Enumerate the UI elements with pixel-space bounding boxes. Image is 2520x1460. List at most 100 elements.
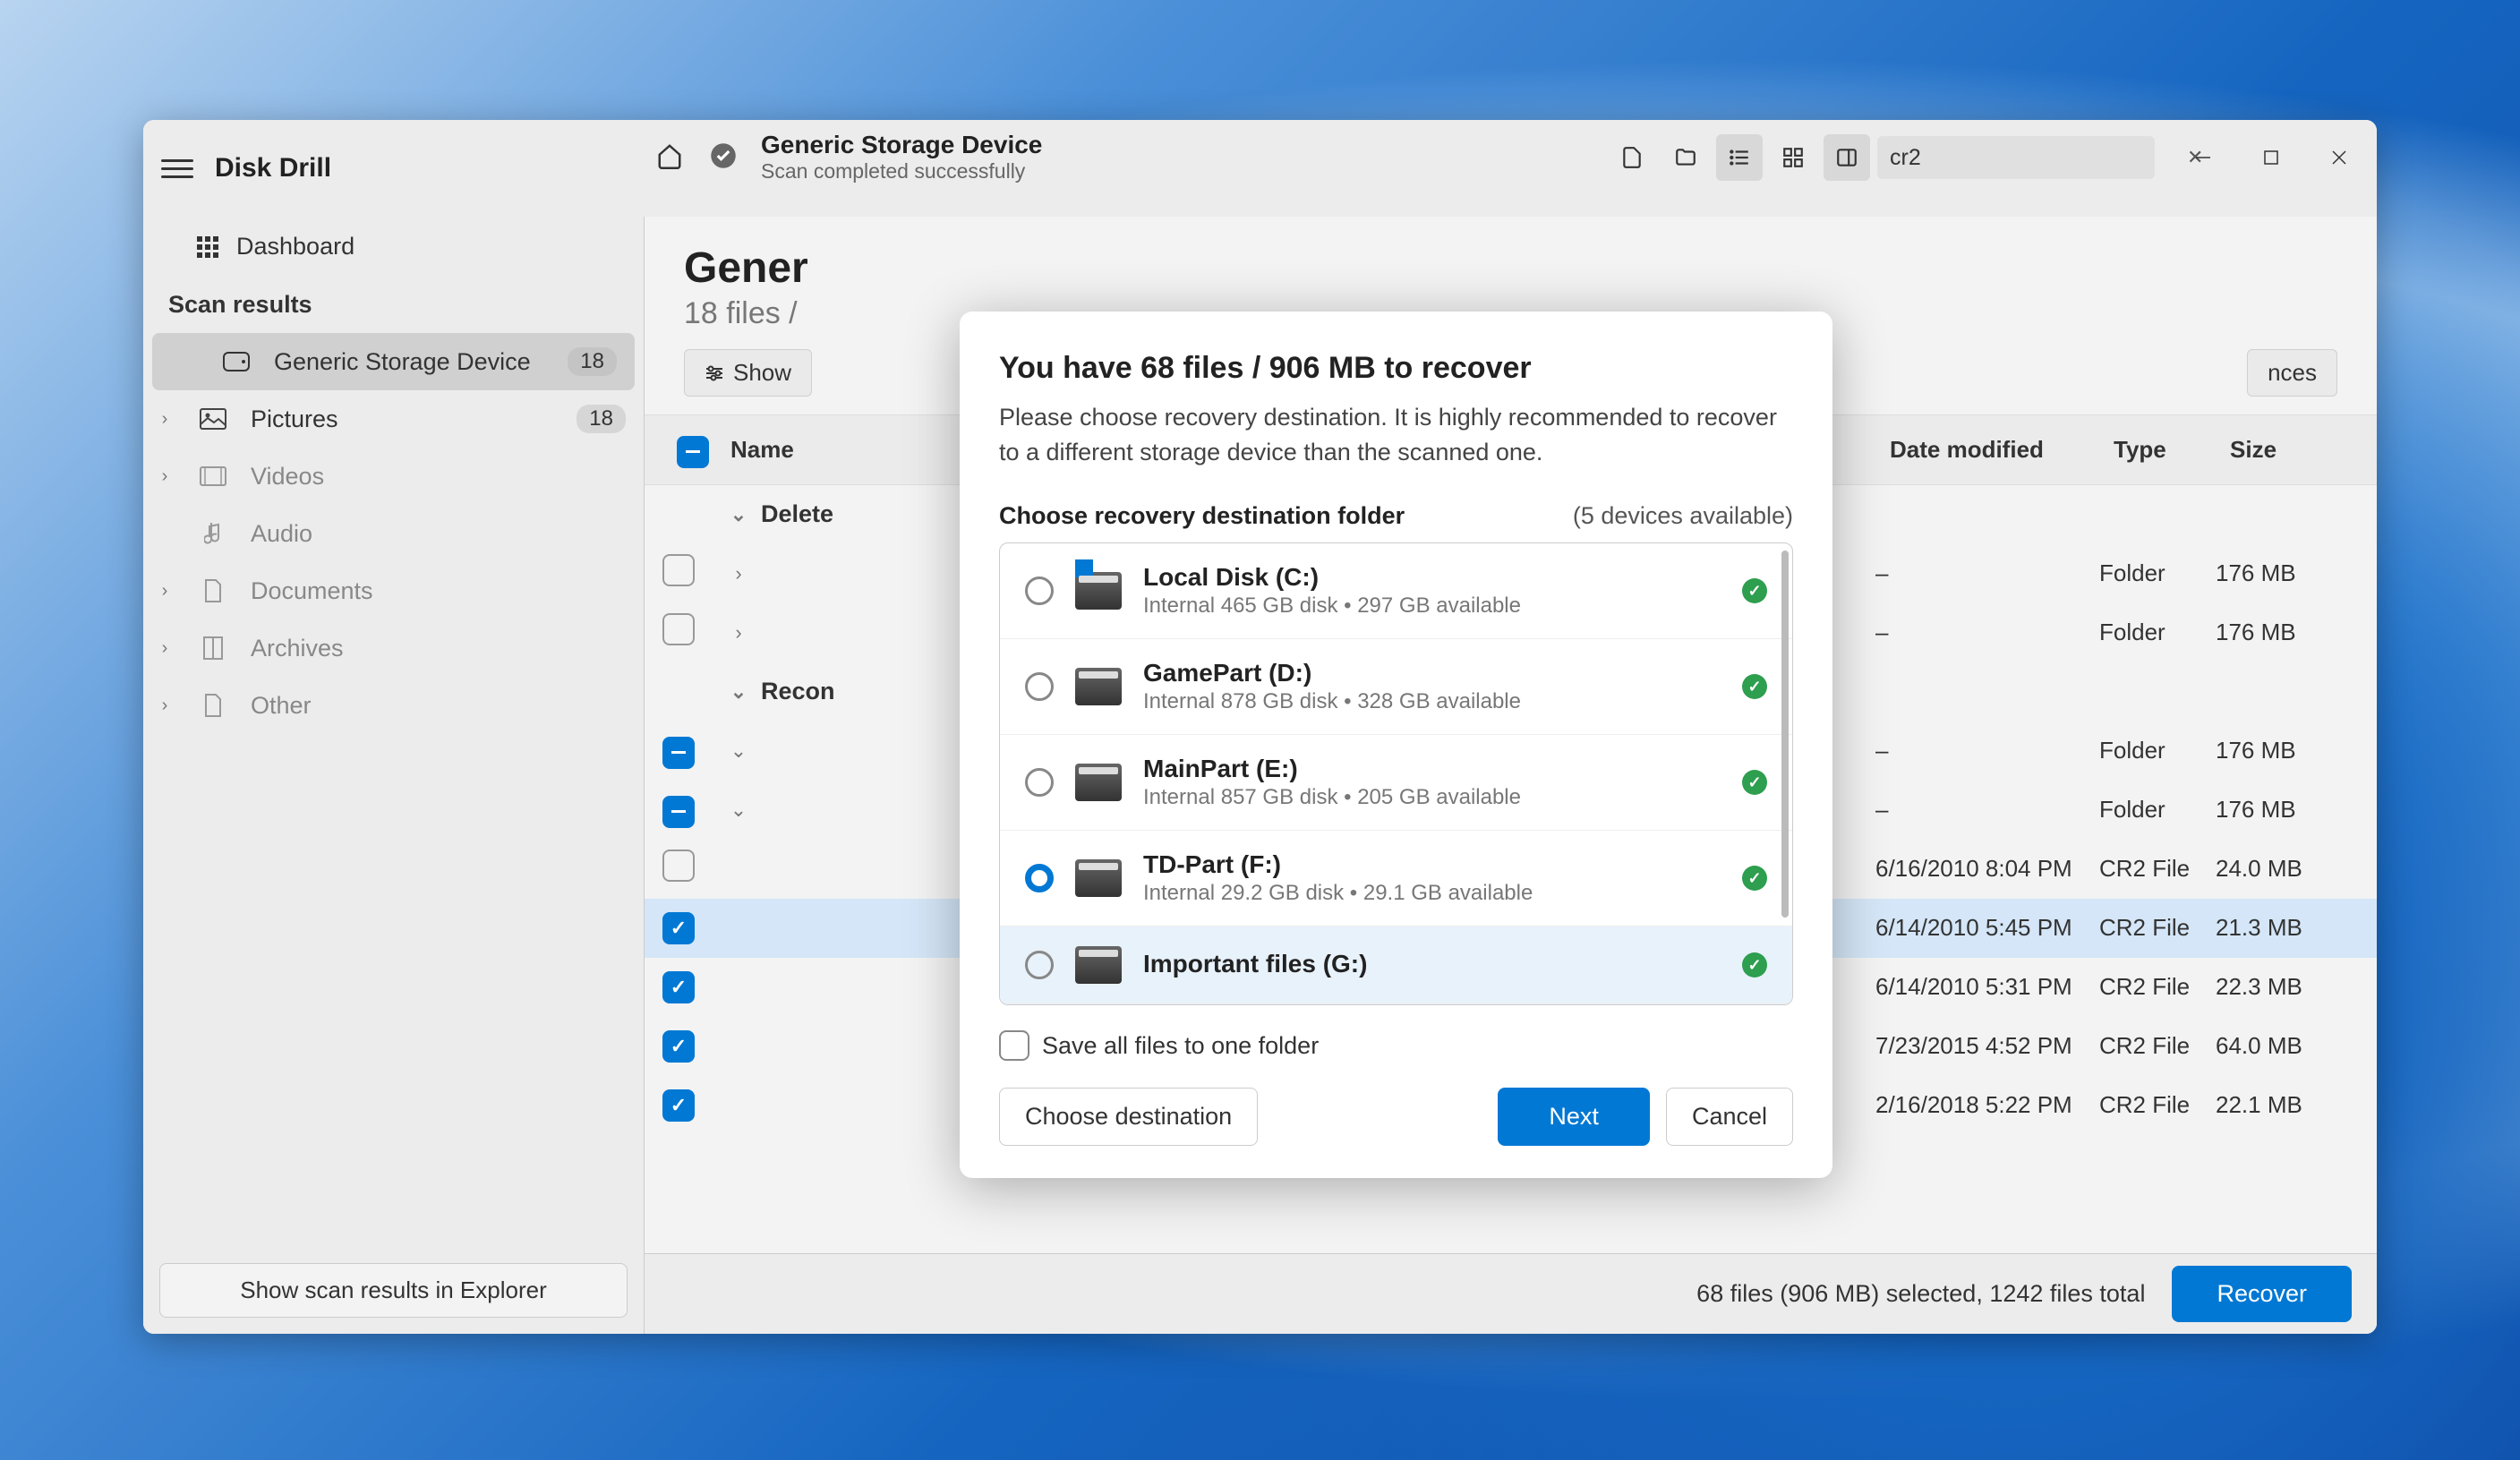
drive-icon xyxy=(1075,764,1122,801)
save-one-folder-option[interactable]: Save all files to one folder xyxy=(999,1030,1793,1061)
drive-icon xyxy=(220,346,252,378)
sidebar: Dashboard Scan results Generic Storage D… xyxy=(143,217,645,1334)
folder-icon[interactable] xyxy=(1662,134,1709,181)
sidebar-item-label: Videos xyxy=(251,463,324,491)
drive-icon xyxy=(1075,859,1122,897)
destination-list: Local Disk (C:)Internal 465 GB disk • 29… xyxy=(999,542,1793,1005)
recover-button[interactable]: Recover xyxy=(2172,1266,2352,1322)
sidebar-item-device[interactable]: Generic Storage Device 18 xyxy=(152,333,635,390)
sidebar-item-label: Documents xyxy=(251,577,373,605)
row-checkbox[interactable] xyxy=(662,1089,695,1122)
radio-button[interactable] xyxy=(1025,864,1054,892)
audio-icon xyxy=(197,517,229,550)
scrollbar[interactable] xyxy=(1781,551,1789,935)
available-icon: ✓ xyxy=(1742,578,1767,603)
show-in-explorer-button[interactable]: Show scan results in Explorer xyxy=(159,1263,628,1318)
search-input[interactable] xyxy=(1890,145,2178,171)
minimize-icon[interactable] xyxy=(2194,149,2212,166)
sidebar-item-label: Audio xyxy=(251,520,312,548)
row-checkbox[interactable] xyxy=(662,737,695,769)
sidebar-item-other[interactable]: › Other xyxy=(143,677,644,734)
chances-filter-button[interactable]: nces xyxy=(2247,349,2337,397)
list-view-icon[interactable] xyxy=(1716,134,1763,181)
dashboard-icon xyxy=(197,236,218,258)
available-icon: ✓ xyxy=(1742,770,1767,795)
modal-title: You have 68 files / 906 MB to recover xyxy=(999,351,1793,386)
app-title: Disk Drill xyxy=(215,153,331,184)
search-box[interactable]: ✕ xyxy=(1877,136,2155,179)
radio-button[interactable] xyxy=(1025,951,1054,979)
sidebar-item-label: Other xyxy=(251,692,312,720)
dashboard-label: Dashboard xyxy=(236,233,355,260)
col-size[interactable]: Size xyxy=(2216,429,2359,471)
col-type[interactable]: Type xyxy=(2099,429,2216,471)
available-icon: ✓ xyxy=(1742,952,1767,978)
sidebar-item-documents[interactable]: › Documents xyxy=(143,562,644,619)
radio-button[interactable] xyxy=(1025,768,1054,797)
row-checkbox[interactable] xyxy=(662,1030,695,1063)
other-icon xyxy=(197,689,229,721)
next-button[interactable]: Next xyxy=(1498,1088,1650,1146)
option-label: Save all files to one folder xyxy=(1042,1032,1319,1060)
grid-view-icon[interactable] xyxy=(1770,134,1816,181)
filter-label: Show xyxy=(733,359,791,387)
available-icon: ✓ xyxy=(1742,674,1767,699)
available-icon: ✓ xyxy=(1742,866,1767,891)
selection-summary: 68 files (906 MB) selected, 1242 files t… xyxy=(1696,1280,2145,1308)
sidebar-item-label: Pictures xyxy=(251,406,338,433)
destination-item[interactable]: Important files (G:) ✓ xyxy=(1000,926,1792,1004)
sidebar-item-pictures[interactable]: › Pictures 18 xyxy=(143,390,644,448)
row-checkbox[interactable] xyxy=(662,850,695,882)
file-icon[interactable] xyxy=(1609,134,1655,181)
page-title: Gener xyxy=(684,243,2337,293)
select-all-checkbox[interactable] xyxy=(677,436,709,468)
row-checkbox[interactable] xyxy=(662,554,695,586)
cancel-button[interactable]: Cancel xyxy=(1666,1088,1793,1146)
drive-icon xyxy=(1075,668,1122,705)
device-title: Generic Storage Device xyxy=(761,131,1042,159)
row-checkbox[interactable] xyxy=(662,971,695,1003)
row-checkbox[interactable] xyxy=(662,912,695,944)
checkbox[interactable] xyxy=(999,1030,1029,1061)
archive-icon xyxy=(197,632,229,664)
recovery-destination-modal: You have 68 files / 906 MB to recover Pl… xyxy=(960,312,1832,1178)
maximize-icon[interactable] xyxy=(2262,149,2280,166)
sidebar-item-label: Generic Storage Device xyxy=(274,348,531,376)
app-window: Disk Drill Generic Storage Device Scan c… xyxy=(143,120,2377,1334)
sidebar-dashboard[interactable]: Dashboard xyxy=(143,217,644,277)
choose-destination-button[interactable]: Choose destination xyxy=(999,1088,1258,1146)
destination-item[interactable]: Local Disk (C:)Internal 465 GB disk • 29… xyxy=(1000,543,1792,639)
device-subtitle: Scan completed successfully xyxy=(761,159,1042,184)
drive-icon xyxy=(1075,572,1122,610)
radio-button[interactable] xyxy=(1025,672,1054,701)
modal-description: Please choose recovery destination. It i… xyxy=(999,400,1793,470)
sidebar-header: Scan results xyxy=(143,277,644,333)
video-icon xyxy=(197,460,229,492)
row-checkbox[interactable] xyxy=(662,613,695,645)
sidebar-badge: 18 xyxy=(577,405,626,433)
home-icon[interactable] xyxy=(653,140,686,172)
picture-icon xyxy=(197,403,229,435)
close-icon[interactable] xyxy=(2330,149,2348,166)
sidebar-item-audio[interactable]: Audio xyxy=(143,505,644,562)
sidebar-item-label: Archives xyxy=(251,635,344,662)
show-filter-button[interactable]: Show xyxy=(684,349,812,397)
sidebar-badge: 18 xyxy=(568,347,617,376)
sidebar-item-videos[interactable]: › Videos xyxy=(143,448,644,505)
devices-available: (5 devices available) xyxy=(1573,502,1793,530)
sidebar-item-archives[interactable]: › Archives xyxy=(143,619,644,677)
modal-subhead: Choose recovery destination folder xyxy=(999,502,1405,530)
row-checkbox[interactable] xyxy=(662,796,695,828)
panel-icon[interactable] xyxy=(1824,134,1870,181)
destination-item[interactable]: MainPart (E:)Internal 857 GB disk • 205 … xyxy=(1000,735,1792,831)
radio-button[interactable] xyxy=(1025,576,1054,605)
menu-icon[interactable] xyxy=(161,152,193,184)
destination-item[interactable]: GamePart (D:)Internal 878 GB disk • 328 … xyxy=(1000,639,1792,735)
filter-icon xyxy=(705,365,724,381)
scan-complete-icon xyxy=(707,140,739,172)
col-date[interactable]: Date modified xyxy=(1875,429,2099,471)
document-icon xyxy=(197,575,229,607)
drive-icon xyxy=(1075,946,1122,984)
footer: 68 files (906 MB) selected, 1242 files t… xyxy=(645,1253,2377,1334)
destination-item[interactable]: TD-Part (F:)Internal 29.2 GB disk • 29.1… xyxy=(1000,831,1792,926)
